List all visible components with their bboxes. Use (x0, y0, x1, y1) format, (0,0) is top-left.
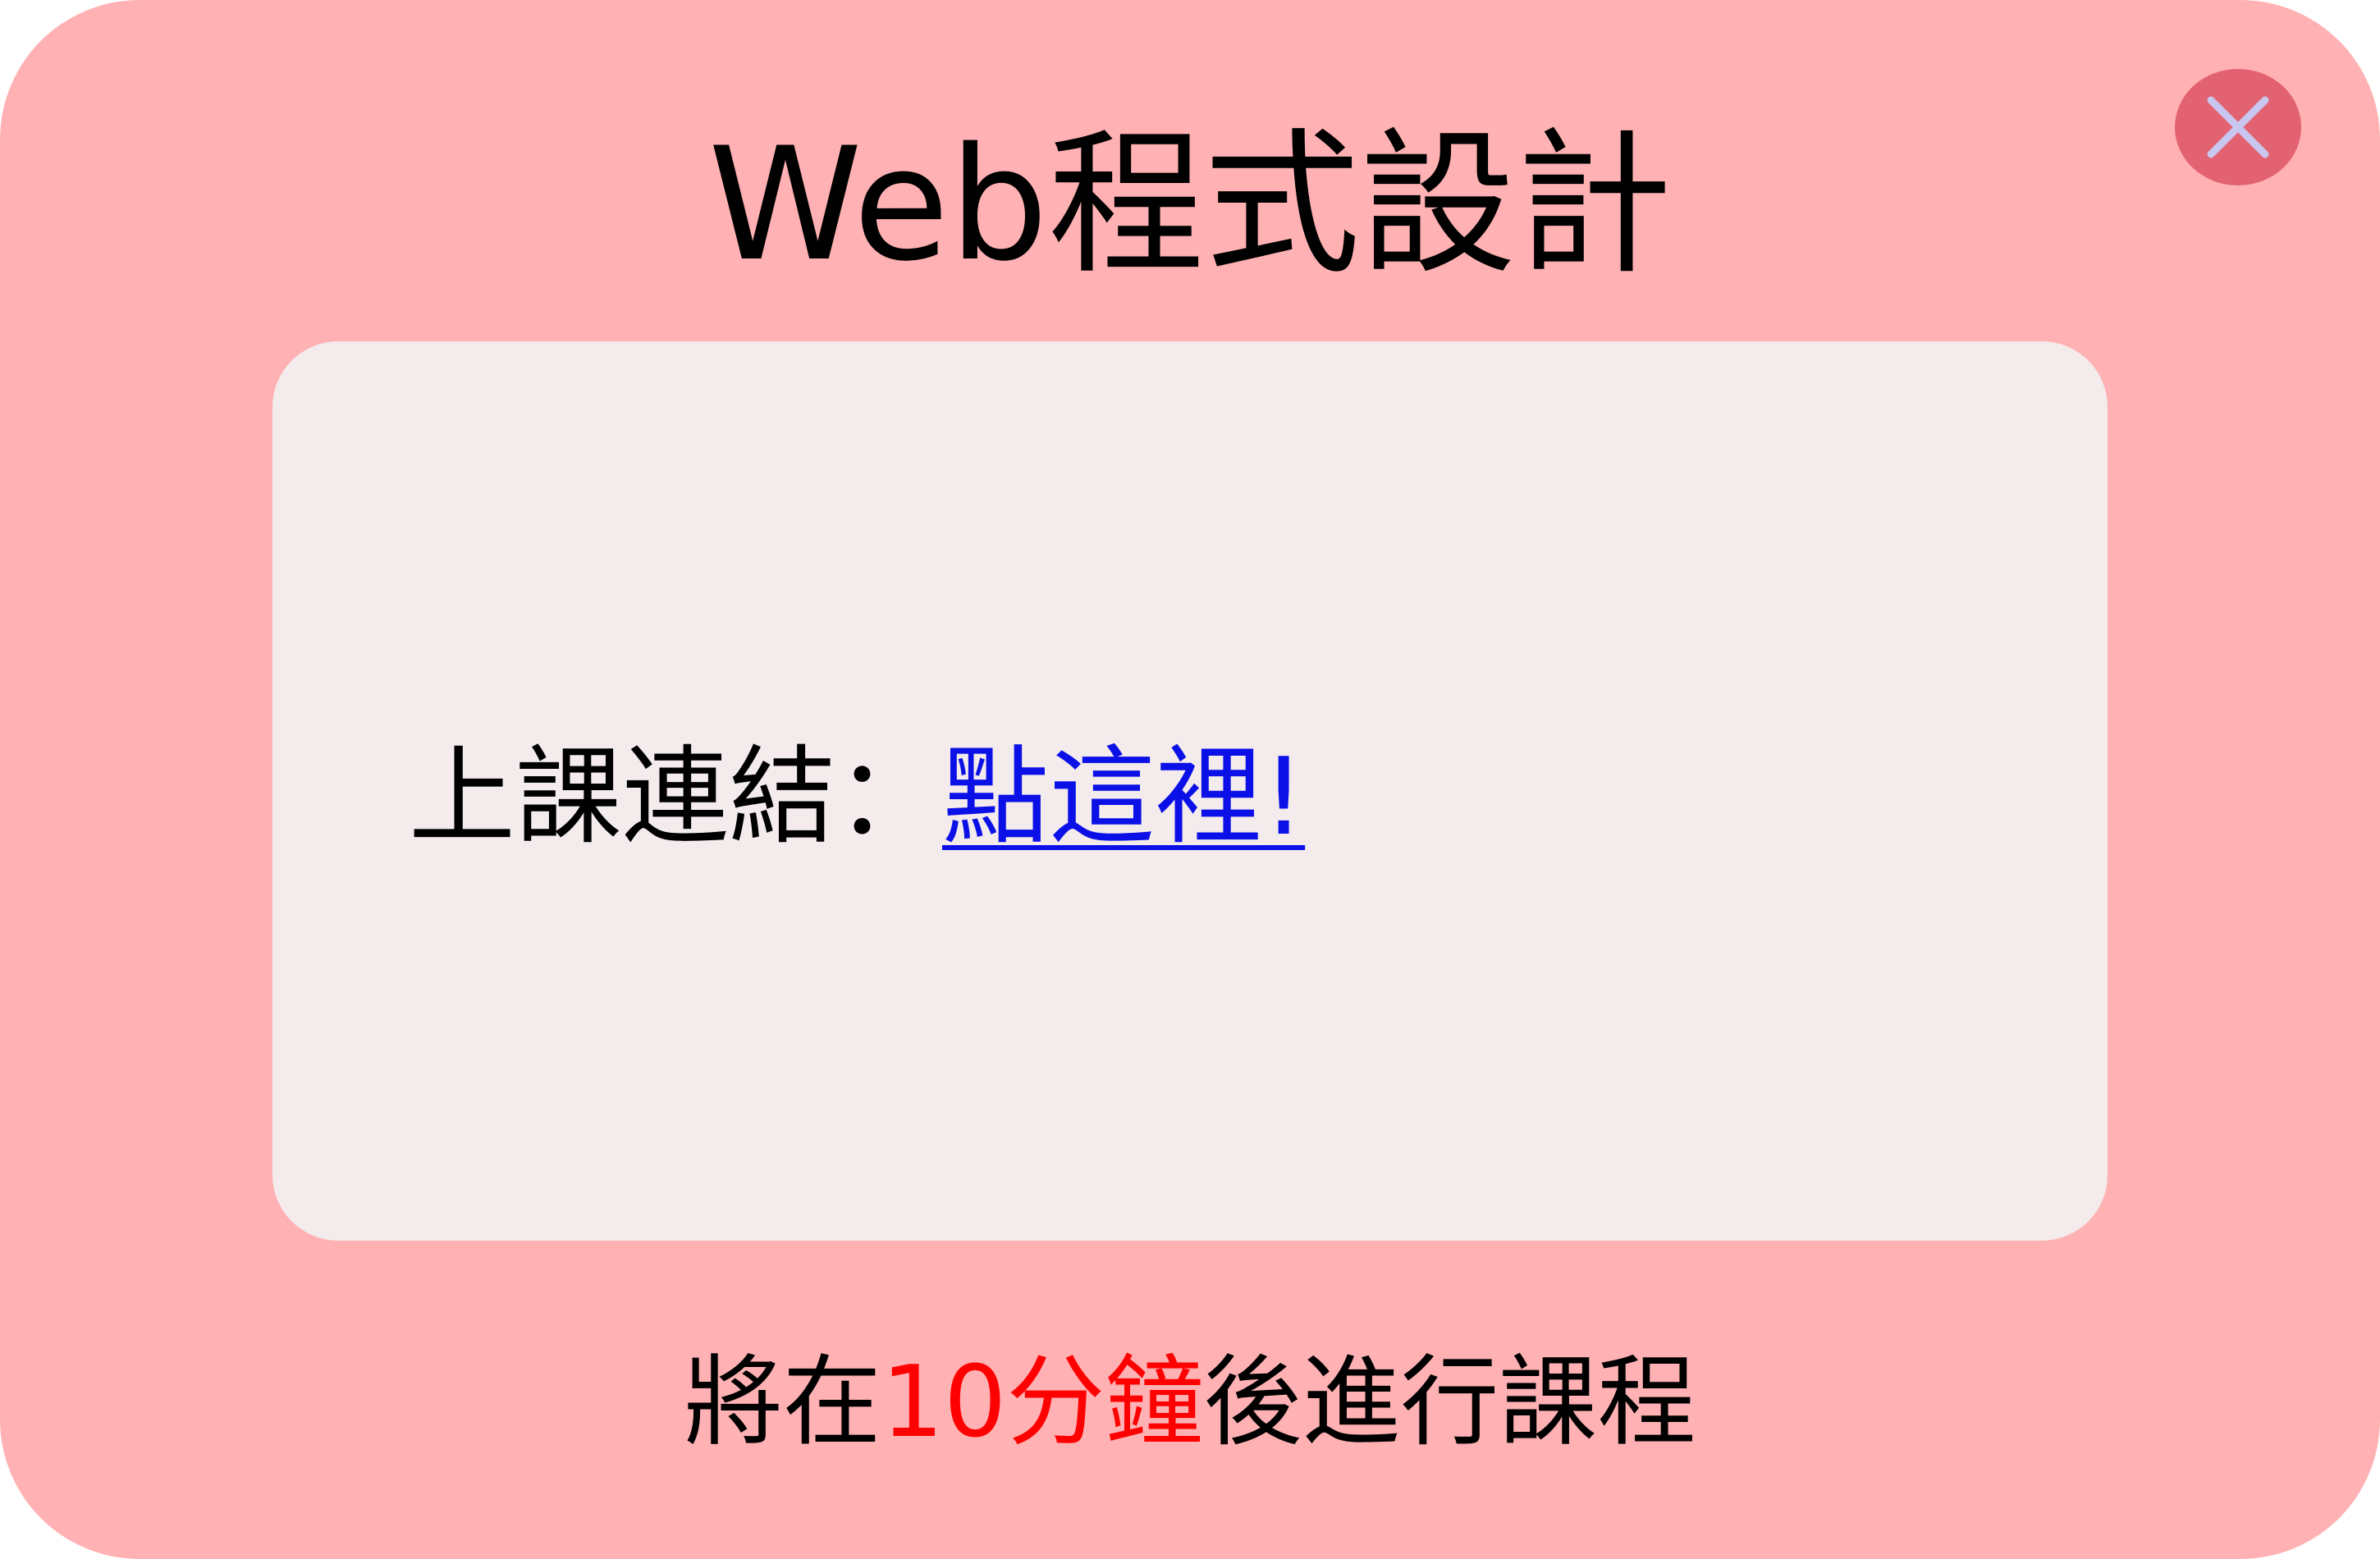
close-icon (2207, 96, 2269, 158)
start-notice-suffix: 後進行課程 (1203, 1346, 1696, 1460)
close-button[interactable] (2175, 69, 2301, 185)
class-link-label: 上課連結： (409, 734, 943, 859)
class-link[interactable]: 點這裡! (942, 734, 1305, 859)
countdown-time: 10分鐘 (881, 1346, 1204, 1460)
start-notice: 將在10分鐘後進行課程 (0, 1337, 2380, 1469)
class-link-row: 上課連結：點這裡! (409, 735, 1305, 858)
dialog-title: Web程式設計 (707, 114, 1673, 295)
course-dialog: Web程式設計 上課連結：點這裡! 將在10分鐘後進行課程 (0, 0, 2380, 1559)
start-notice-prefix: 將在 (684, 1346, 881, 1460)
